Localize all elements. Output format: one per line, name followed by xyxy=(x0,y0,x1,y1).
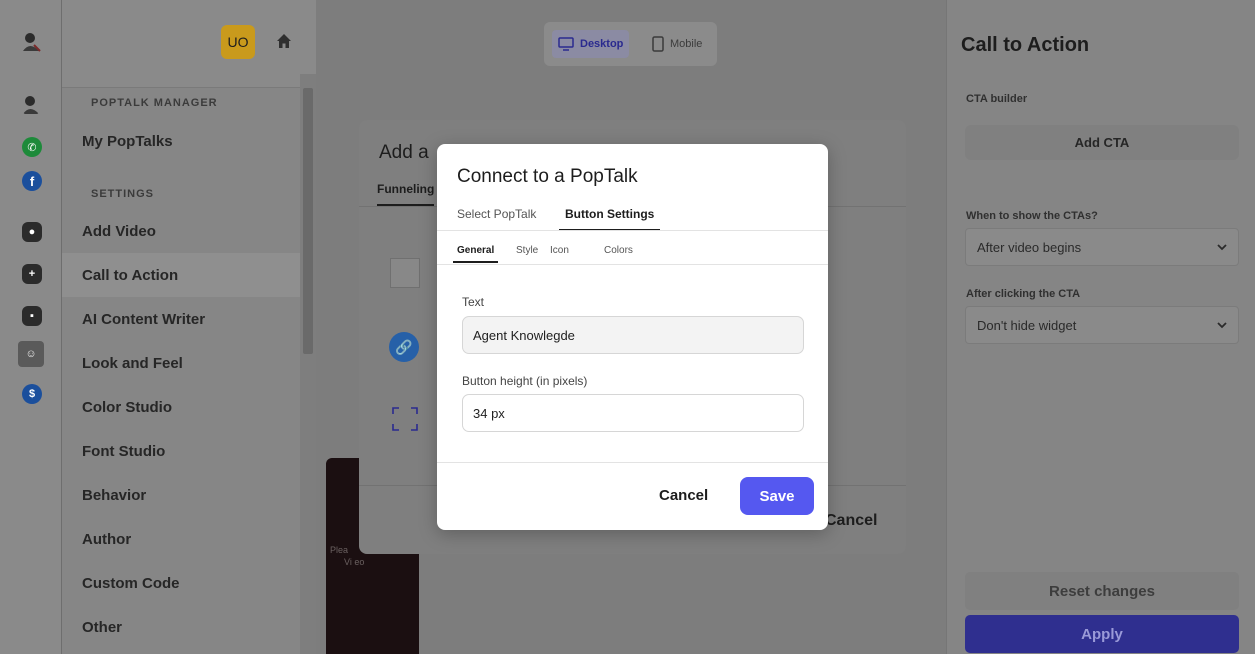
sidebar-item-font-studio[interactable]: Font Studio xyxy=(62,429,300,473)
section-heading-manager: POPTALK MANAGER xyxy=(91,97,218,109)
after-click-select[interactable]: Don't hide widget xyxy=(965,306,1239,344)
cta-settings-panel: Call to Action CTA builder Add CTA When … xyxy=(946,0,1255,654)
dollar-icon[interactable]: $ xyxy=(22,384,42,404)
sidebar-item-look-and-feel[interactable]: Look and Feel xyxy=(62,341,300,385)
fullscreen-frame-icon[interactable] xyxy=(391,406,419,432)
after-click-value: Don't hide widget xyxy=(977,317,1077,333)
mascot-icon[interactable]: ☺ xyxy=(18,341,44,367)
sidebar-item-other[interactable]: Other xyxy=(62,605,300,649)
subtab-style[interactable]: Style xyxy=(516,245,538,261)
contact-icon[interactable]: ● xyxy=(22,222,42,242)
apply-button[interactable]: Apply xyxy=(965,615,1239,653)
settings-sidebar: POPTALK MANAGER My PopTalks SETTINGS Add… xyxy=(62,88,300,654)
text-field-label: Text xyxy=(462,295,485,309)
dialog-title: Connect to a PopTalk xyxy=(457,166,638,187)
panel-title: Call to Action xyxy=(961,34,1090,56)
divider xyxy=(437,264,828,265)
sidebar-item-add-video[interactable]: Add Video xyxy=(62,209,300,253)
subtab-general[interactable]: General xyxy=(453,245,499,263)
link-icon[interactable]: 🔗 xyxy=(389,332,419,362)
user-avatar[interactable]: UO xyxy=(221,25,255,59)
when-to-show-select[interactable]: After video begins xyxy=(965,228,1239,266)
chevron-down-icon xyxy=(1217,322,1227,329)
tab-funneling[interactable]: Funneling xyxy=(377,182,435,206)
outer-cancel-button[interactable]: Cancel xyxy=(825,512,877,530)
tab-select-poptalk[interactable]: Select PopTalk xyxy=(457,207,536,229)
when-to-show-value: After video begins xyxy=(977,239,1082,255)
connect-poptalk-dialog: Connect to a PopTalk Select PopTalk Butt… xyxy=(437,144,828,530)
save-button[interactable]: Save xyxy=(740,477,814,515)
desktop-tab[interactable]: Desktop xyxy=(552,30,630,58)
sidebar-item-my-poptalks[interactable]: My PopTalks xyxy=(62,119,300,163)
facebook-icon[interactable]: f xyxy=(22,171,42,191)
divider xyxy=(437,230,828,231)
app-icon-rail: ✆ f ● + ▪ ☺ $ xyxy=(0,0,62,654)
button-text-input[interactable]: Agent Knowlegde xyxy=(462,316,804,354)
tab-button-settings[interactable]: Button Settings xyxy=(559,207,661,231)
height-field-label: Button height (in pixels) xyxy=(462,374,588,388)
button-height-input[interactable]: 34 px xyxy=(462,394,804,432)
sidebar-scrollbar-thumb[interactable] xyxy=(303,88,313,354)
subtab-colors[interactable]: Colors xyxy=(604,245,633,261)
desktop-icon xyxy=(558,37,574,51)
when-to-show-label: When to show the CTAs? xyxy=(966,210,1098,222)
chevron-down-icon xyxy=(1217,244,1227,251)
sidebar-item-color-studio[interactable]: Color Studio xyxy=(62,385,300,429)
sidebar-item-author[interactable]: Author xyxy=(62,517,300,561)
section-heading-settings: SETTINGS xyxy=(91,188,155,200)
mobile-tab-label: Mobile xyxy=(670,38,703,50)
sidebar-item-call-to-action[interactable]: Call to Action xyxy=(62,253,300,297)
cta-builder-label: CTA builder xyxy=(966,93,1028,105)
after-click-label: After clicking the CTA xyxy=(966,288,1081,300)
chat-icon[interactable]: ▪ xyxy=(22,306,42,326)
sidebar-scrollbar[interactable] xyxy=(300,74,316,654)
broken-image-icon[interactable] xyxy=(390,258,420,288)
brand-logo-icon[interactable] xyxy=(20,31,42,53)
add-widget-icon[interactable]: + xyxy=(22,264,42,284)
device-toggle: Desktop Mobile xyxy=(544,22,717,66)
sidebar-item-custom-code[interactable]: Custom Code xyxy=(62,561,300,605)
divider xyxy=(437,462,828,463)
cancel-button[interactable]: Cancel xyxy=(659,487,708,504)
reset-changes-button[interactable]: Reset changes xyxy=(965,572,1239,610)
add-cta-button[interactable]: Add CTA xyxy=(965,125,1239,160)
subtab-icon[interactable]: Icon xyxy=(550,245,569,261)
sidebar-item-behavior[interactable]: Behavior xyxy=(62,473,300,517)
sidebar-item-ai-content-writer[interactable]: AI Content Writer xyxy=(62,297,300,341)
modal-title: Add a xyxy=(379,142,429,163)
brand-logo-small-icon[interactable] xyxy=(20,94,42,116)
mobile-tab[interactable]: Mobile xyxy=(652,30,702,58)
desktop-tab-label: Desktop xyxy=(580,38,624,50)
home-icon[interactable] xyxy=(276,33,292,49)
mobile-icon xyxy=(652,36,664,52)
whatsapp-icon[interactable]: ✆ xyxy=(22,137,42,157)
